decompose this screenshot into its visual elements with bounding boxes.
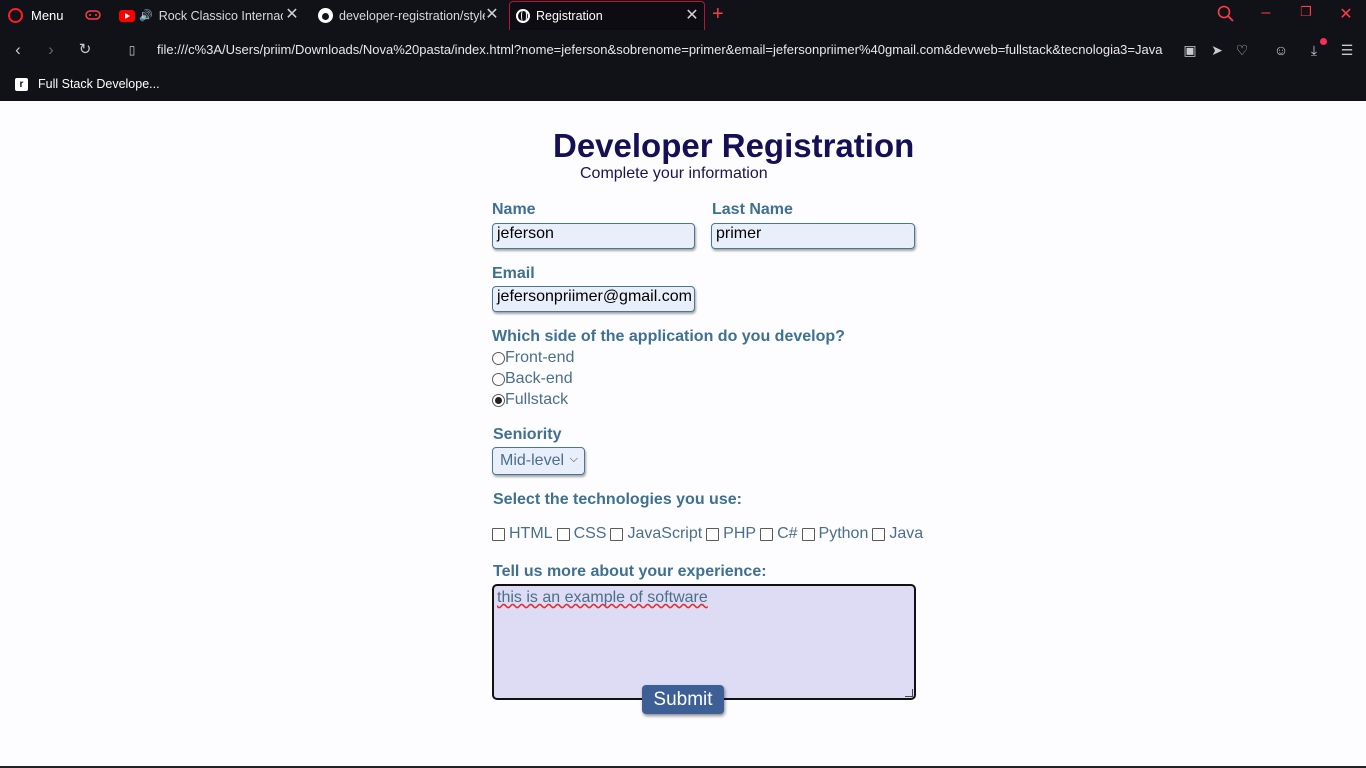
globe-icon (516, 9, 530, 23)
checkbox[interactable] (872, 527, 886, 541)
tech-label: Python (818, 525, 869, 542)
url-field[interactable]: file:///c%3A/Users/priim/Downloads/Nova%… (157, 42, 1171, 57)
opera-logo-icon (8, 8, 23, 23)
close-window-icon[interactable]: ✕ (1335, 4, 1357, 24)
radio-label: Fullstack (505, 391, 569, 408)
tab-github-style[interactable]: developer-registration/style.css ✕ (314, 1, 504, 30)
radio-back-end[interactable]: Back-end (492, 370, 573, 388)
opera-menu-button[interactable]: Menu (8, 0, 64, 31)
tab-title: Rock Classico Internacional (158, 8, 283, 23)
experience-label: Tell us more about your experience: (493, 563, 767, 580)
tech-label: JavaScript (627, 525, 703, 542)
radio-label: Front-end (505, 349, 575, 366)
speaker-icon[interactable]: 🔊 (139, 9, 153, 22)
name-label: Name (492, 201, 536, 218)
radio-button-checked[interactable] (492, 393, 505, 407)
back-icon[interactable]: ‹ (8, 40, 28, 60)
checkbox[interactable] (610, 527, 624, 541)
search-tabs-icon[interactable] (1215, 4, 1237, 24)
bookmark-label: Full Stack Develope... (38, 77, 160, 91)
tech-html[interactable]: HTML (492, 525, 553, 543)
checkbox[interactable] (706, 527, 720, 541)
email-input[interactable]: jefersonpriimer@gmail.com (492, 286, 695, 312)
submit-button[interactable]: Submit (642, 685, 724, 714)
address-bar: ‹ › ↻ ▯ file:///c%3A/Users/priim/Downloa… (0, 31, 1366, 68)
restore-icon[interactable]: ❐ (1295, 4, 1317, 20)
radio-label: Back-end (505, 370, 573, 387)
close-tab-icon[interactable]: ✕ (484, 7, 500, 23)
page-subtitle: Complete your information (580, 165, 768, 182)
close-tab-icon[interactable]: ✕ (284, 7, 300, 23)
radio-front-end[interactable]: Front-end (492, 349, 574, 367)
email-label: Email (492, 265, 535, 282)
youtube-icon (119, 9, 135, 22)
checkbox[interactable] (760, 527, 774, 541)
chevron-down-icon: ⌵ (569, 453, 578, 465)
tab-title: Registration (536, 9, 603, 23)
radio-fullstack[interactable]: Fullstack (492, 391, 568, 409)
seniority-select[interactable]: Mid-level ⌵ (492, 447, 585, 475)
heart-icon[interactable]: ♡ (1232, 40, 1252, 60)
page-info-icon[interactable]: ▯ (122, 40, 142, 60)
download-badge (1320, 38, 1327, 45)
tab-rock-classico[interactable]: 🔊 Rock Classico Internacional ✕ (116, 1, 304, 30)
tech-label: Java (889, 525, 924, 542)
new-tab-button[interactable]: + (712, 3, 724, 25)
forward-icon[interactable]: › (41, 40, 61, 60)
tech-label: HTML (509, 525, 553, 542)
tech-label: C# (777, 525, 798, 542)
name-input[interactable]: jeferson (492, 223, 695, 249)
experience-text: this is an example of software (497, 589, 708, 606)
side-question-label: Which side of the application do you dev… (492, 328, 845, 345)
tech-javascript[interactable]: JavaScript (610, 525, 702, 543)
menu-label: Menu (31, 8, 64, 23)
minimize-icon[interactable]: – (1255, 4, 1277, 22)
bookmark-item[interactable]: r Full Stack Develope... (15, 74, 160, 94)
bookmarks-bar: r Full Stack Develope... (0, 68, 1366, 101)
close-tab-icon[interactable]: ✕ (684, 8, 700, 24)
bookmark-favicon-icon: r (15, 77, 28, 91)
checkbox[interactable] (801, 527, 815, 541)
tech-css[interactable]: CSS (556, 525, 607, 543)
radio-button[interactable] (492, 372, 505, 386)
send-icon[interactable]: ➤ (1207, 40, 1227, 60)
page-title: Developer Registration (553, 127, 915, 164)
gamepad-icon[interactable] (85, 8, 101, 22)
checkbox[interactable] (556, 527, 570, 541)
page-content: Developer Registration Complete your inf… (0, 101, 1366, 766)
seniority-label: Seniority (493, 426, 562, 443)
tab-title: developer-registration/style.css (339, 8, 485, 23)
tech-php[interactable]: PHP (706, 525, 756, 543)
tech-csharp[interactable]: C# (760, 525, 798, 543)
seniority-value: Mid-level (500, 452, 565, 469)
tab-bar: Menu 🔊 Rock Classico Internacional ✕ dev… (0, 0, 1366, 31)
snapshot-icon[interactable]: ▣ (1180, 40, 1200, 60)
technologies-label: Select the technologies you use: (493, 491, 742, 508)
easy-setup-icon[interactable]: ☰ (1337, 40, 1357, 60)
lastname-input[interactable]: primer (711, 223, 915, 249)
lastname-label: Last Name (712, 201, 793, 218)
resize-handle[interactable] (905, 689, 913, 697)
tech-java[interactable]: Java (872, 525, 923, 543)
reload-icon[interactable]: ↻ (75, 40, 95, 60)
tech-label: PHP (723, 525, 757, 542)
checkbox[interactable] (492, 527, 505, 541)
tab-registration[interactable]: Registration ✕ (509, 1, 705, 30)
profile-icon[interactable]: ☺ (1271, 40, 1291, 60)
github-icon (318, 8, 333, 23)
radio-button[interactable] (492, 351, 505, 365)
technologies-group: HTML CSS JavaScript PHP C# Python Java (492, 525, 927, 543)
tech-python[interactable]: Python (801, 525, 869, 543)
experience-textarea[interactable]: this is an example of software (492, 584, 916, 700)
tech-label: CSS (573, 525, 607, 542)
